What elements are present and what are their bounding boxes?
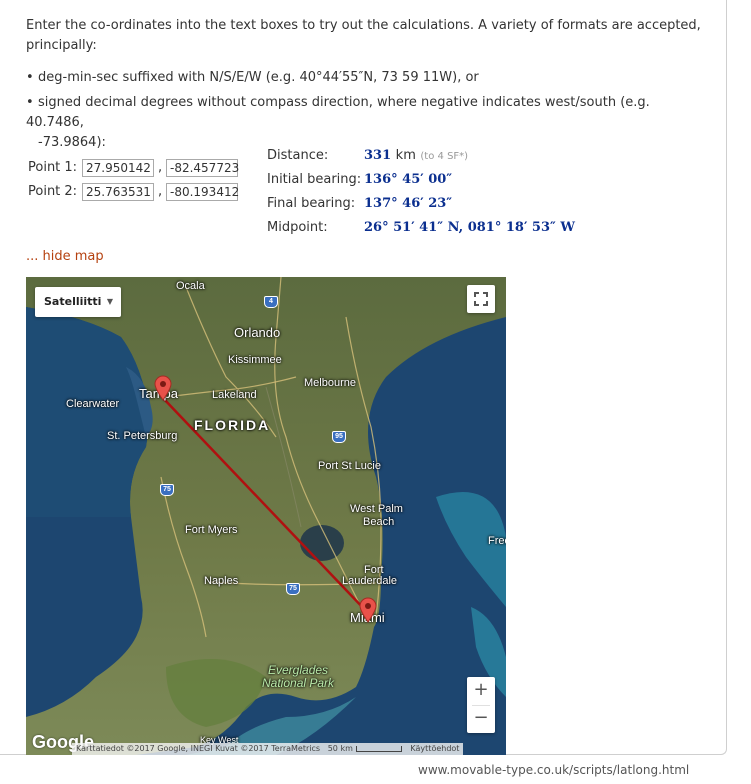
bullet-dms: • deg-min-sec suffixed with N/S/E/W (e.g.…: [26, 68, 479, 88]
distance-unit: km: [395, 148, 416, 163]
point-1-label: Point 1:: [28, 160, 78, 175]
bullet-dot: •: [26, 70, 34, 85]
fullscreen-icon: [474, 292, 488, 306]
map-label-st-petersburg: St. Petersburg: [107, 430, 178, 442]
map-label-ocala: Ocala: [176, 280, 205, 292]
footer-url[interactable]: www.movable-type.co.uk/scripts/latlong.h…: [418, 763, 689, 777]
initial-bearing-value: 136° 45′ 00″: [364, 172, 453, 187]
bullet-decimal-text-cont: -73.9864):: [38, 135, 106, 150]
zoom-control: + −: [467, 677, 495, 733]
map-label-orlando: Orlando: [234, 325, 281, 340]
map-label-lauderdale: Lauderdale: [342, 575, 398, 587]
bullet-dot: •: [26, 95, 34, 110]
zoom-out-button[interactable]: −: [467, 705, 495, 733]
distance-number: 331: [364, 148, 392, 163]
map-label-everglades-1: Everglades: [268, 663, 329, 677]
chevron-down-icon: ▼: [106, 297, 113, 306]
point-2-lat-input[interactable]: 25.763531: [82, 183, 154, 201]
distance-value: 331 km (to 4 SF*): [364, 146, 468, 167]
map-label-lakeland: Lakeland: [212, 389, 257, 401]
highway-shield: 75: [286, 583, 300, 595]
distance-label: Distance:: [267, 148, 329, 163]
map-label-kissimmee: Kissimmee: [228, 354, 282, 366]
distance-note: (to 4 SF*): [420, 151, 469, 162]
map-label-fort-myers: Fort Myers: [185, 524, 238, 536]
comma: ,: [158, 184, 163, 199]
map-type-selector[interactable]: Satelliitti ▼: [35, 287, 121, 317]
final-bearing-value: 137° 46′ 23″: [364, 196, 453, 211]
comma: ,: [158, 160, 163, 175]
final-bearing-label: Final bearing:: [267, 196, 356, 211]
bullet-dms-text: deg-min-sec suffixed with N/S/E/W (e.g. …: [38, 70, 479, 85]
zoom-in-button[interactable]: +: [467, 677, 495, 705]
terms-link[interactable]: Käyttöehdot: [410, 744, 459, 753]
highway-shield: 75: [160, 484, 174, 496]
map-type-label: Satelliitti: [44, 295, 102, 308]
point-1-row: Point 1: 27.950142 , -82.457723: [28, 158, 239, 178]
map-label-beach: Beach: [363, 516, 395, 528]
highway-shield: 95: [332, 431, 346, 443]
highway-shield: 4: [264, 296, 278, 308]
map-label-freeport: Free: [488, 535, 506, 547]
content-panel: Enter the co-ordinates into the text box…: [0, 0, 727, 755]
map-label-clearwater: Clearwater: [66, 398, 120, 410]
midpoint-value: 26° 51′ 41″ N, 081° 18′ 53″ W: [364, 220, 575, 235]
initial-bearing-label: Initial bearing:: [267, 172, 362, 187]
marker-pin-icon[interactable]: [154, 375, 172, 401]
map-label-naples: Naples: [204, 575, 239, 587]
marker-pin-icon[interactable]: [359, 597, 377, 623]
map-label-port-st-lucie: Port St Lucie: [318, 460, 381, 472]
zoom-divider: [472, 705, 490, 706]
map-attribution-bar: Karttatiedot ©2017 Google, INEGI Kuvat ©…: [72, 743, 464, 755]
attribution-text[interactable]: Karttatiedot ©2017 Google, INEGI Kuvat ©…: [76, 744, 320, 753]
bullet-decimal-text: signed decimal degrees without compass d…: [26, 95, 650, 130]
midpoint-label: Midpoint:: [267, 220, 328, 235]
point-2-row: Point 2: 25.763531 , -80.193412: [28, 182, 239, 202]
bullet-decimal: • signed decimal degrees without compass …: [26, 93, 706, 153]
map-label-everglades: Everglades National Park: [262, 664, 334, 690]
point-1-lon-input[interactable]: -82.457723: [166, 159, 239, 177]
map-label-west-palm: West Palm: [350, 503, 403, 515]
hide-map-link[interactable]: ... hide map: [26, 249, 104, 264]
point-2-lon-input[interactable]: -80.193412: [166, 183, 239, 201]
scale-label: 50 km: [327, 744, 353, 753]
fullscreen-button[interactable]: [467, 285, 495, 313]
point-1-lat-input[interactable]: 27.950142: [82, 159, 154, 177]
intro-text: Enter the co-ordinates into the text box…: [26, 18, 701, 53]
map-label-melbourne: Melbourne: [304, 377, 356, 389]
scale-bar: [355, 745, 402, 752]
map-view[interactable]: Satelliitti ▼ Ocala Orlando Kissimmee Me…: [26, 277, 506, 755]
map-label-florida: FLORIDA: [194, 417, 271, 433]
point-2-label: Point 2:: [28, 184, 78, 199]
map-label-everglades-2: National Park: [262, 676, 335, 690]
